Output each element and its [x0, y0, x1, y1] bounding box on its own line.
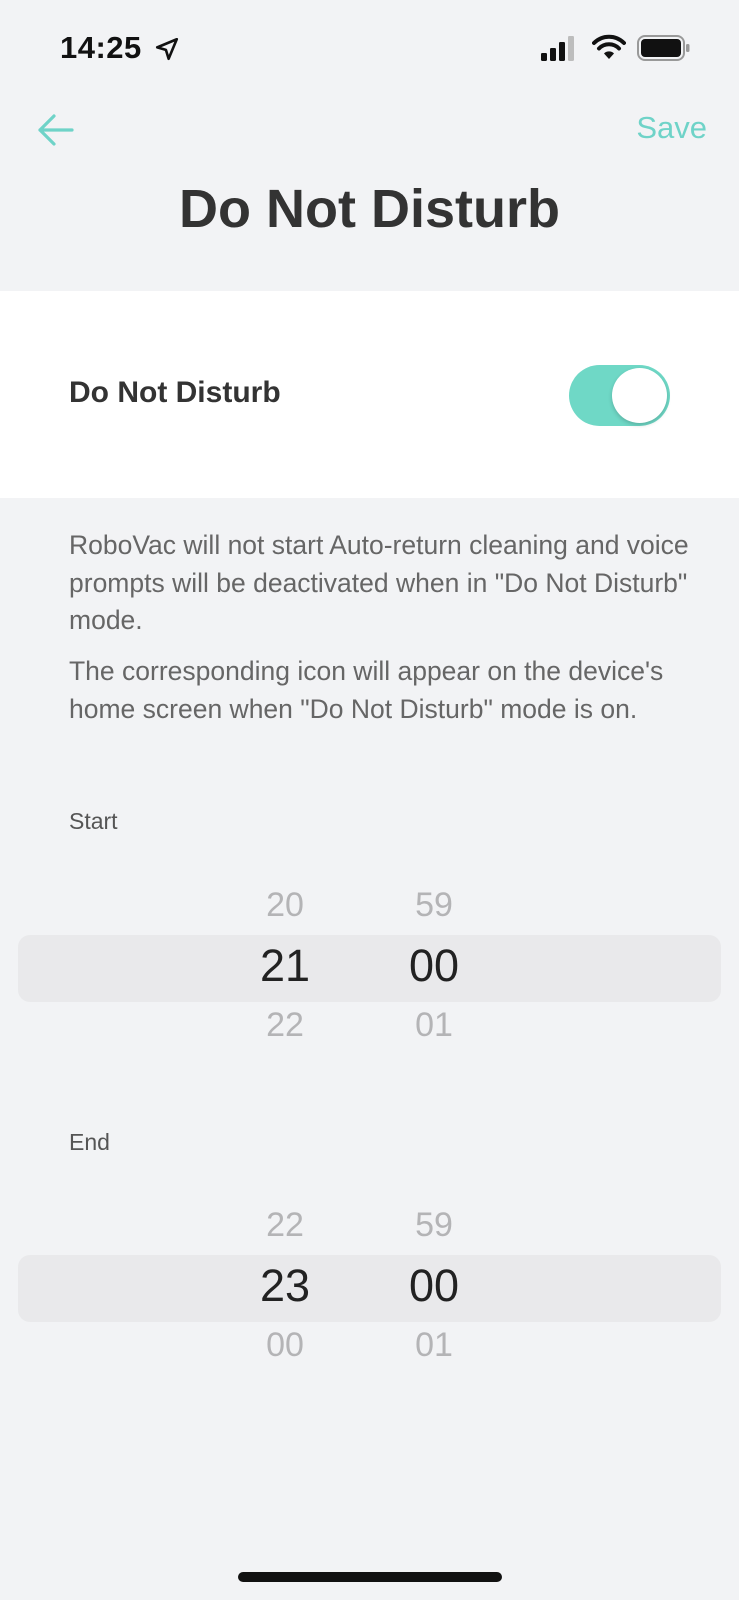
- description-text: RoboVac will not start Auto-return clean…: [69, 530, 689, 635]
- minute-option[interactable]: 01: [384, 1006, 484, 1045]
- save-button[interactable]: Save: [636, 110, 707, 146]
- hour-option[interactable]: 22: [235, 1006, 335, 1045]
- minute-option[interactable]: 01: [384, 1326, 484, 1365]
- minute-option[interactable]: 59: [384, 886, 484, 925]
- hour-option[interactable]: 22: [235, 1206, 335, 1245]
- location-arrow-icon: [155, 37, 179, 61]
- hour-option[interactable]: 20: [235, 886, 335, 925]
- wheel-fade-top: [235, 1190, 335, 1194]
- home-indicator[interactable]: [238, 1572, 502, 1582]
- selected-hour[interactable]: 21: [235, 940, 335, 992]
- dnd-toggle-switch[interactable]: [569, 365, 670, 426]
- start-hour-wheel[interactable]: 20 21 22: [235, 868, 335, 1068]
- battery-icon: [637, 35, 690, 61]
- status-time: 14:25: [60, 30, 142, 65]
- back-arrow-icon[interactable]: [34, 108, 78, 152]
- picker-selection-highlight: [18, 1255, 721, 1322]
- selected-minute[interactable]: 00: [384, 1260, 484, 1312]
- wifi-icon: [592, 34, 626, 59]
- wheel-fade-bottom: [235, 1062, 335, 1066]
- selected-minute[interactable]: 00: [384, 940, 484, 992]
- end-hour-wheel[interactable]: 22 23 00: [235, 1188, 335, 1388]
- start-time-picker[interactable]: 20 21 22 59 00 01: [0, 868, 739, 1068]
- wheel-fade-top: [384, 870, 484, 874]
- page-title: Do Not Disturb: [179, 179, 560, 239]
- minute-option[interactable]: 59: [384, 1206, 484, 1245]
- start-minute-wheel[interactable]: 59 00 01: [384, 868, 484, 1068]
- start-label: Start: [69, 808, 118, 834]
- selected-hour[interactable]: 23: [235, 1260, 335, 1312]
- hour-option[interactable]: 00: [235, 1326, 335, 1365]
- wheel-fade-bottom: [235, 1382, 335, 1386]
- end-time-picker[interactable]: 22 23 00 59 00 01: [0, 1188, 739, 1388]
- wheel-fade-top: [235, 870, 335, 874]
- toggle-knob: [612, 368, 667, 423]
- dnd-toggle-label: Do Not Disturb: [69, 376, 281, 409]
- screen: 14:25 Save Do Not Disturb Do Not Disturb: [0, 0, 739, 1600]
- end-label: End: [69, 1129, 110, 1155]
- status-bar: 14:25: [0, 0, 739, 100]
- description-text: The corresponding icon will appear on th…: [69, 656, 664, 724]
- wheel-fade-top: [384, 1190, 484, 1194]
- wheel-fade-bottom: [384, 1382, 484, 1386]
- end-minute-wheel[interactable]: 59 00 01: [384, 1188, 484, 1388]
- wheel-fade-bottom: [384, 1062, 484, 1066]
- cellular-signal-icon: [541, 36, 574, 61]
- dnd-toggle-card: Do Not Disturb: [0, 291, 739, 498]
- picker-selection-highlight: [18, 935, 721, 1002]
